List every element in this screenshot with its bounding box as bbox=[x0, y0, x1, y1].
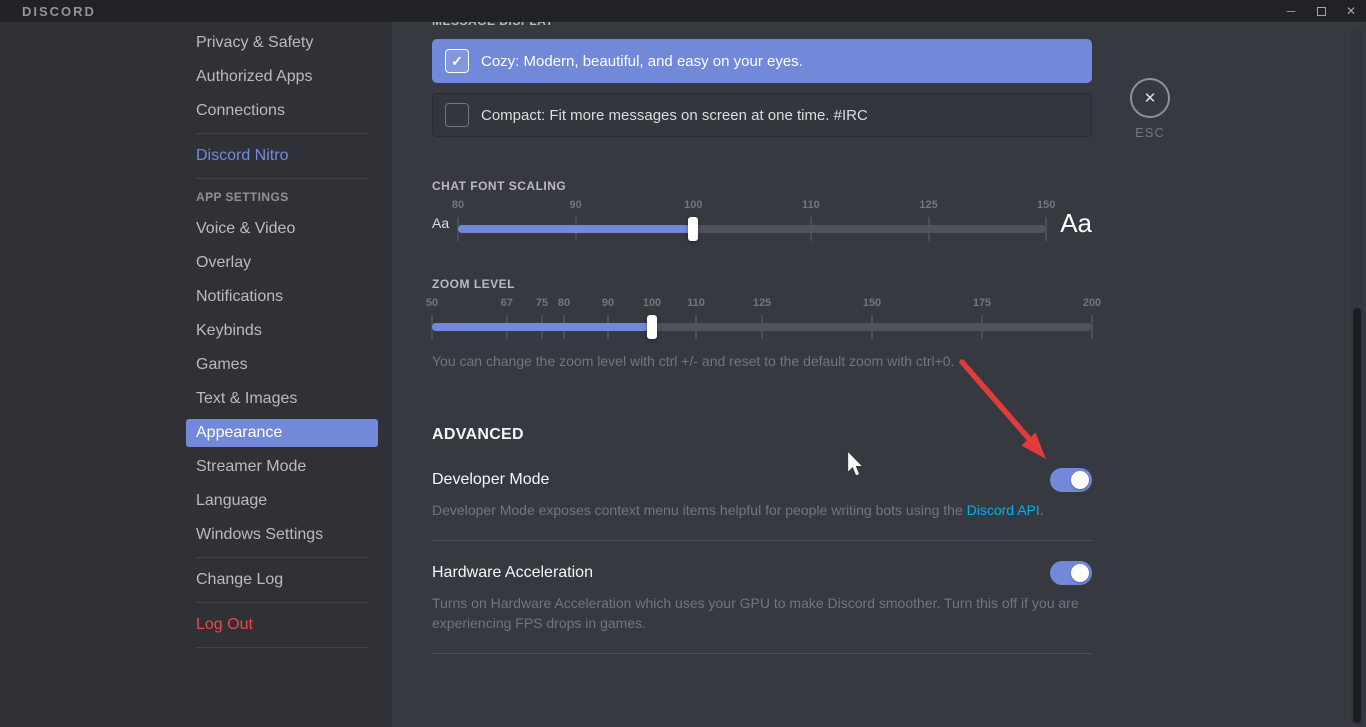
hardware-acceleration-description: Turns on Hardware Acceleration which use… bbox=[432, 593, 1092, 633]
tick-label: 75 bbox=[536, 297, 548, 309]
tick-label: 150 bbox=[1037, 199, 1055, 211]
compact-option[interactable]: ✓ Compact: Fit more messages on screen a… bbox=[432, 93, 1092, 137]
tick-label: 80 bbox=[452, 199, 464, 211]
esc-label: ESC bbox=[1128, 125, 1172, 140]
tick-label: 90 bbox=[570, 199, 582, 211]
sidebar-item-privacy-safety[interactable]: Privacy & Safety bbox=[186, 29, 378, 57]
font-preview-large: Aa bbox=[1060, 208, 1092, 239]
close-button[interactable]: ✕ bbox=[1336, 0, 1366, 22]
sidebar-item-notifications[interactable]: Notifications bbox=[186, 283, 378, 311]
sidebar-item-discord-nitro[interactable]: Discord Nitro bbox=[186, 142, 378, 170]
sidebar-item-authorized-apps[interactable]: Authorized Apps bbox=[186, 63, 378, 91]
chat-font-scaling-header: CHAT FONT SCALING bbox=[432, 179, 1092, 193]
title-bar: DISCORD ─ ✕ bbox=[0, 0, 1366, 22]
zoom-level-row: 5067758090100110125150175200 bbox=[432, 293, 1092, 349]
settings-content: MESSAGE DISPLAY ✓ Cozy: Modern, beautifu… bbox=[392, 22, 1366, 727]
divider bbox=[432, 653, 1092, 654]
zoom-level-header: ZOOM LEVEL bbox=[432, 277, 1092, 291]
developer-mode-description-text: Developer Mode exposes context menu item… bbox=[432, 502, 967, 518]
sidebar-item-games[interactable]: Games bbox=[186, 351, 378, 379]
cozy-checkbox[interactable]: ✓ bbox=[445, 49, 469, 73]
tick-label: 175 bbox=[973, 297, 991, 309]
sidebar-item-voice-video[interactable]: Voice & Video bbox=[186, 215, 378, 243]
sidebar-item-streamer-mode[interactable]: Streamer Mode bbox=[186, 453, 378, 481]
chat-font-scaling-slider[interactable]: 8090100110125150 bbox=[458, 195, 1046, 251]
chat-font-scaling-row: Aa 80 90 100 110 125 150 Aa bbox=[432, 195, 1092, 251]
sidebar-header-app-settings: APP SETTINGS bbox=[186, 187, 378, 207]
tick-label: 200 bbox=[1083, 297, 1101, 309]
font-preview-small: Aa bbox=[432, 215, 458, 231]
tick-label: 110 bbox=[802, 199, 820, 211]
sidebar-divider bbox=[196, 178, 368, 179]
tick-label: 67 bbox=[501, 297, 513, 309]
maximize-button[interactable] bbox=[1306, 0, 1336, 22]
tick-label: 50 bbox=[426, 297, 438, 309]
close-settings: ✕ ESC bbox=[1128, 78, 1172, 140]
sidebar-item-appearance[interactable]: Appearance bbox=[186, 419, 378, 447]
toggle-knob bbox=[1071, 471, 1089, 489]
close-settings-icon: ✕ bbox=[1144, 89, 1157, 107]
sidebar-divider bbox=[196, 557, 368, 558]
sidebar-item-language[interactable]: Language bbox=[186, 487, 378, 515]
close-settings-button[interactable]: ✕ bbox=[1130, 78, 1170, 118]
sidebar-item-connections[interactable]: Connections bbox=[186, 97, 378, 125]
discord-logo: DISCORD bbox=[22, 4, 96, 19]
slider-handle[interactable] bbox=[688, 217, 698, 241]
maximize-icon bbox=[1317, 7, 1326, 16]
tick-label: 125 bbox=[753, 297, 771, 309]
scrollbar-thumb[interactable] bbox=[1353, 308, 1361, 723]
sidebar-item-text-images[interactable]: Text & Images bbox=[186, 385, 378, 413]
tick-label: 100 bbox=[643, 297, 661, 309]
developer-mode-description: Developer Mode exposes context menu item… bbox=[432, 500, 1092, 520]
tick-label: 90 bbox=[602, 297, 614, 309]
zoom-help-text: You can change the zoom level with ctrl … bbox=[432, 353, 1092, 369]
message-display-header: MESSAGE DISPLAY bbox=[432, 22, 1092, 29]
sidebar-divider bbox=[196, 133, 368, 134]
hardware-acceleration-toggle[interactable] bbox=[1050, 561, 1092, 585]
appearance-settings: MESSAGE DISPLAY ✓ Cozy: Modern, beautifu… bbox=[432, 22, 1092, 654]
developer-mode-row: Developer Mode bbox=[432, 468, 1092, 492]
divider bbox=[432, 540, 1092, 541]
tick-label: 110 bbox=[687, 297, 705, 309]
window-controls: ─ ✕ bbox=[1276, 0, 1366, 22]
sidebar-item-windows-settings[interactable]: Windows Settings bbox=[186, 521, 378, 549]
hardware-acceleration-row: Hardware Acceleration bbox=[432, 561, 1092, 585]
tick-label: 125 bbox=[919, 199, 937, 211]
discord-api-link[interactable]: Discord API. bbox=[967, 502, 1044, 518]
minimize-icon: ─ bbox=[1287, 4, 1296, 18]
advanced-header: ADVANCED bbox=[432, 426, 1092, 444]
settings-sidebar: Privacy & Safety Authorized Apps Connectio… bbox=[0, 22, 392, 727]
tick-label: 100 bbox=[684, 199, 702, 211]
slider-fill bbox=[458, 225, 693, 233]
cozy-option-label: Cozy: Modern, beautiful, and easy on you… bbox=[481, 53, 803, 70]
settings-nav: Privacy & Safety Authorized Apps Connectio… bbox=[186, 29, 378, 656]
sidebar-item-change-log[interactable]: Change Log bbox=[186, 566, 378, 594]
slider-handle[interactable] bbox=[647, 315, 657, 339]
developer-mode-toggle[interactable] bbox=[1050, 468, 1092, 492]
sidebar-item-overlay[interactable]: Overlay bbox=[186, 249, 378, 277]
developer-mode-label: Developer Mode bbox=[432, 471, 549, 489]
slider-fill bbox=[432, 323, 652, 331]
compact-option-label: Compact: Fit more messages on screen at … bbox=[481, 107, 868, 124]
tick-label: 150 bbox=[863, 297, 881, 309]
close-icon: ✕ bbox=[1346, 4, 1356, 18]
minimize-button[interactable]: ─ bbox=[1276, 0, 1306, 22]
tick-label: 80 bbox=[558, 297, 570, 309]
hardware-acceleration-label: Hardware Acceleration bbox=[432, 564, 593, 582]
sidebar-item-log-out[interactable]: Log Out bbox=[186, 611, 378, 639]
sidebar-divider bbox=[196, 647, 368, 648]
cozy-option[interactable]: ✓ Cozy: Modern, beautiful, and easy on y… bbox=[432, 39, 1092, 83]
sidebar-item-keybinds[interactable]: Keybinds bbox=[186, 317, 378, 345]
sidebar-divider bbox=[196, 602, 368, 603]
zoom-level-slider[interactable]: 5067758090100110125150175200 bbox=[432, 293, 1092, 349]
toggle-knob bbox=[1071, 564, 1089, 582]
compact-checkbox[interactable]: ✓ bbox=[445, 103, 469, 127]
